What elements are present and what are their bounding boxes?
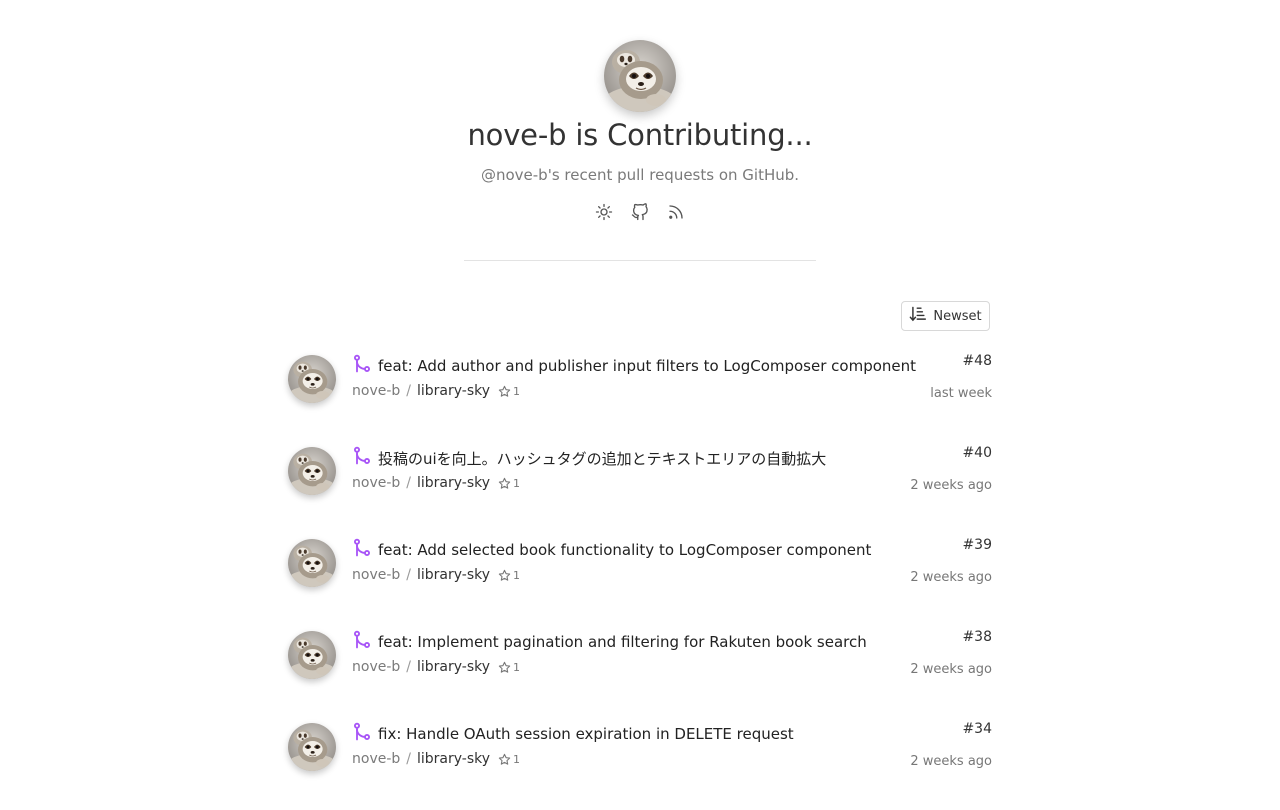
- pr-timestamp: 2 weeks ago: [910, 754, 992, 769]
- pr-owner[interactable]: nove-b: [352, 475, 400, 491]
- separator: /: [406, 751, 411, 767]
- pr-number[interactable]: #40: [962, 445, 992, 461]
- pr-timestamp: 2 weeks ago: [910, 570, 992, 585]
- pr-repo[interactable]: library-sky: [417, 475, 490, 491]
- star-icon: [498, 477, 511, 489]
- avatar[interactable]: [288, 539, 336, 587]
- github-icon[interactable]: [626, 200, 654, 224]
- pull-request-row: 投稿のuiを向上。ハッシュタグの追加とテキストエリアの自動拡大 nove-b /…: [288, 442, 992, 534]
- pr-repo[interactable]: library-sky: [417, 659, 490, 675]
- merged-pr-icon: [352, 630, 372, 654]
- pr-title[interactable]: fix: Handle OAuth session expiration in …: [378, 725, 794, 743]
- separator: /: [406, 383, 411, 399]
- separator: /: [406, 659, 411, 675]
- page-subtitle: @nove-b's recent pull requests on GitHub…: [480, 166, 800, 184]
- star-count: 1: [498, 661, 520, 674]
- pr-owner[interactable]: nove-b: [352, 567, 400, 583]
- icon-toolbar: [590, 200, 690, 224]
- sun-icon[interactable]: [590, 200, 618, 224]
- pr-repo[interactable]: library-sky: [417, 383, 490, 399]
- merged-pr-icon: [352, 446, 372, 470]
- pr-timestamp: last week: [930, 386, 992, 401]
- separator: /: [406, 475, 411, 491]
- avatar[interactable]: [288, 355, 336, 403]
- merged-pr-icon: [352, 538, 372, 562]
- pr-number[interactable]: #48: [962, 353, 992, 369]
- pull-request-row: feat: Implement pagination and filtering…: [288, 626, 992, 718]
- pr-repo[interactable]: library-sky: [417, 751, 490, 767]
- pr-owner[interactable]: nove-b: [352, 383, 400, 399]
- star-icon: [498, 753, 511, 765]
- pull-request-list: feat: Add author and publisher input fil…: [288, 350, 992, 810]
- star-count: 1: [498, 569, 520, 582]
- profile-avatar: [604, 40, 676, 112]
- pr-title[interactable]: feat: Implement pagination and filtering…: [378, 633, 867, 651]
- star-icon: [498, 661, 511, 673]
- sort-button[interactable]: Newset: [901, 301, 990, 331]
- header-divider: [464, 260, 816, 261]
- star-count: 1: [498, 753, 520, 766]
- avatar[interactable]: [288, 631, 336, 679]
- pr-title[interactable]: 投稿のuiを向上。ハッシュタグの追加とテキストエリアの自動拡大: [378, 448, 826, 469]
- merged-pr-icon: [352, 354, 372, 378]
- pull-request-row: fix: Handle OAuth session expiration in …: [288, 718, 992, 810]
- pr-timestamp: 2 weeks ago: [910, 662, 992, 677]
- star-count: 1: [498, 385, 520, 398]
- pr-owner[interactable]: nove-b: [352, 751, 400, 767]
- star-icon: [498, 569, 511, 581]
- avatar[interactable]: [288, 447, 336, 495]
- sort-descending-icon: [909, 306, 927, 326]
- avatar[interactable]: [288, 723, 336, 771]
- pr-owner[interactable]: nove-b: [352, 659, 400, 675]
- rss-icon[interactable]: [662, 200, 690, 224]
- pr-number[interactable]: #38: [962, 629, 992, 645]
- star-count: 1: [498, 477, 520, 490]
- pr-title[interactable]: feat: Add selected book functionality to…: [378, 541, 871, 559]
- profile-header: nove-b is Contributing... @nove-b's rece…: [0, 0, 1280, 262]
- pull-request-row: feat: Add author and publisher input fil…: [288, 350, 992, 442]
- pr-timestamp: 2 weeks ago: [910, 478, 992, 493]
- page-title: nove-b is Contributing...: [467, 118, 813, 152]
- sort-label: Newset: [933, 308, 982, 324]
- star-icon: [498, 385, 511, 397]
- pr-number[interactable]: #34: [962, 721, 992, 737]
- pr-number[interactable]: #39: [962, 537, 992, 553]
- pull-request-row: feat: Add selected book functionality to…: [288, 534, 992, 626]
- separator: /: [406, 567, 411, 583]
- pr-title[interactable]: feat: Add author and publisher input fil…: [378, 357, 916, 375]
- pr-repo[interactable]: library-sky: [417, 567, 490, 583]
- merged-pr-icon: [352, 722, 372, 746]
